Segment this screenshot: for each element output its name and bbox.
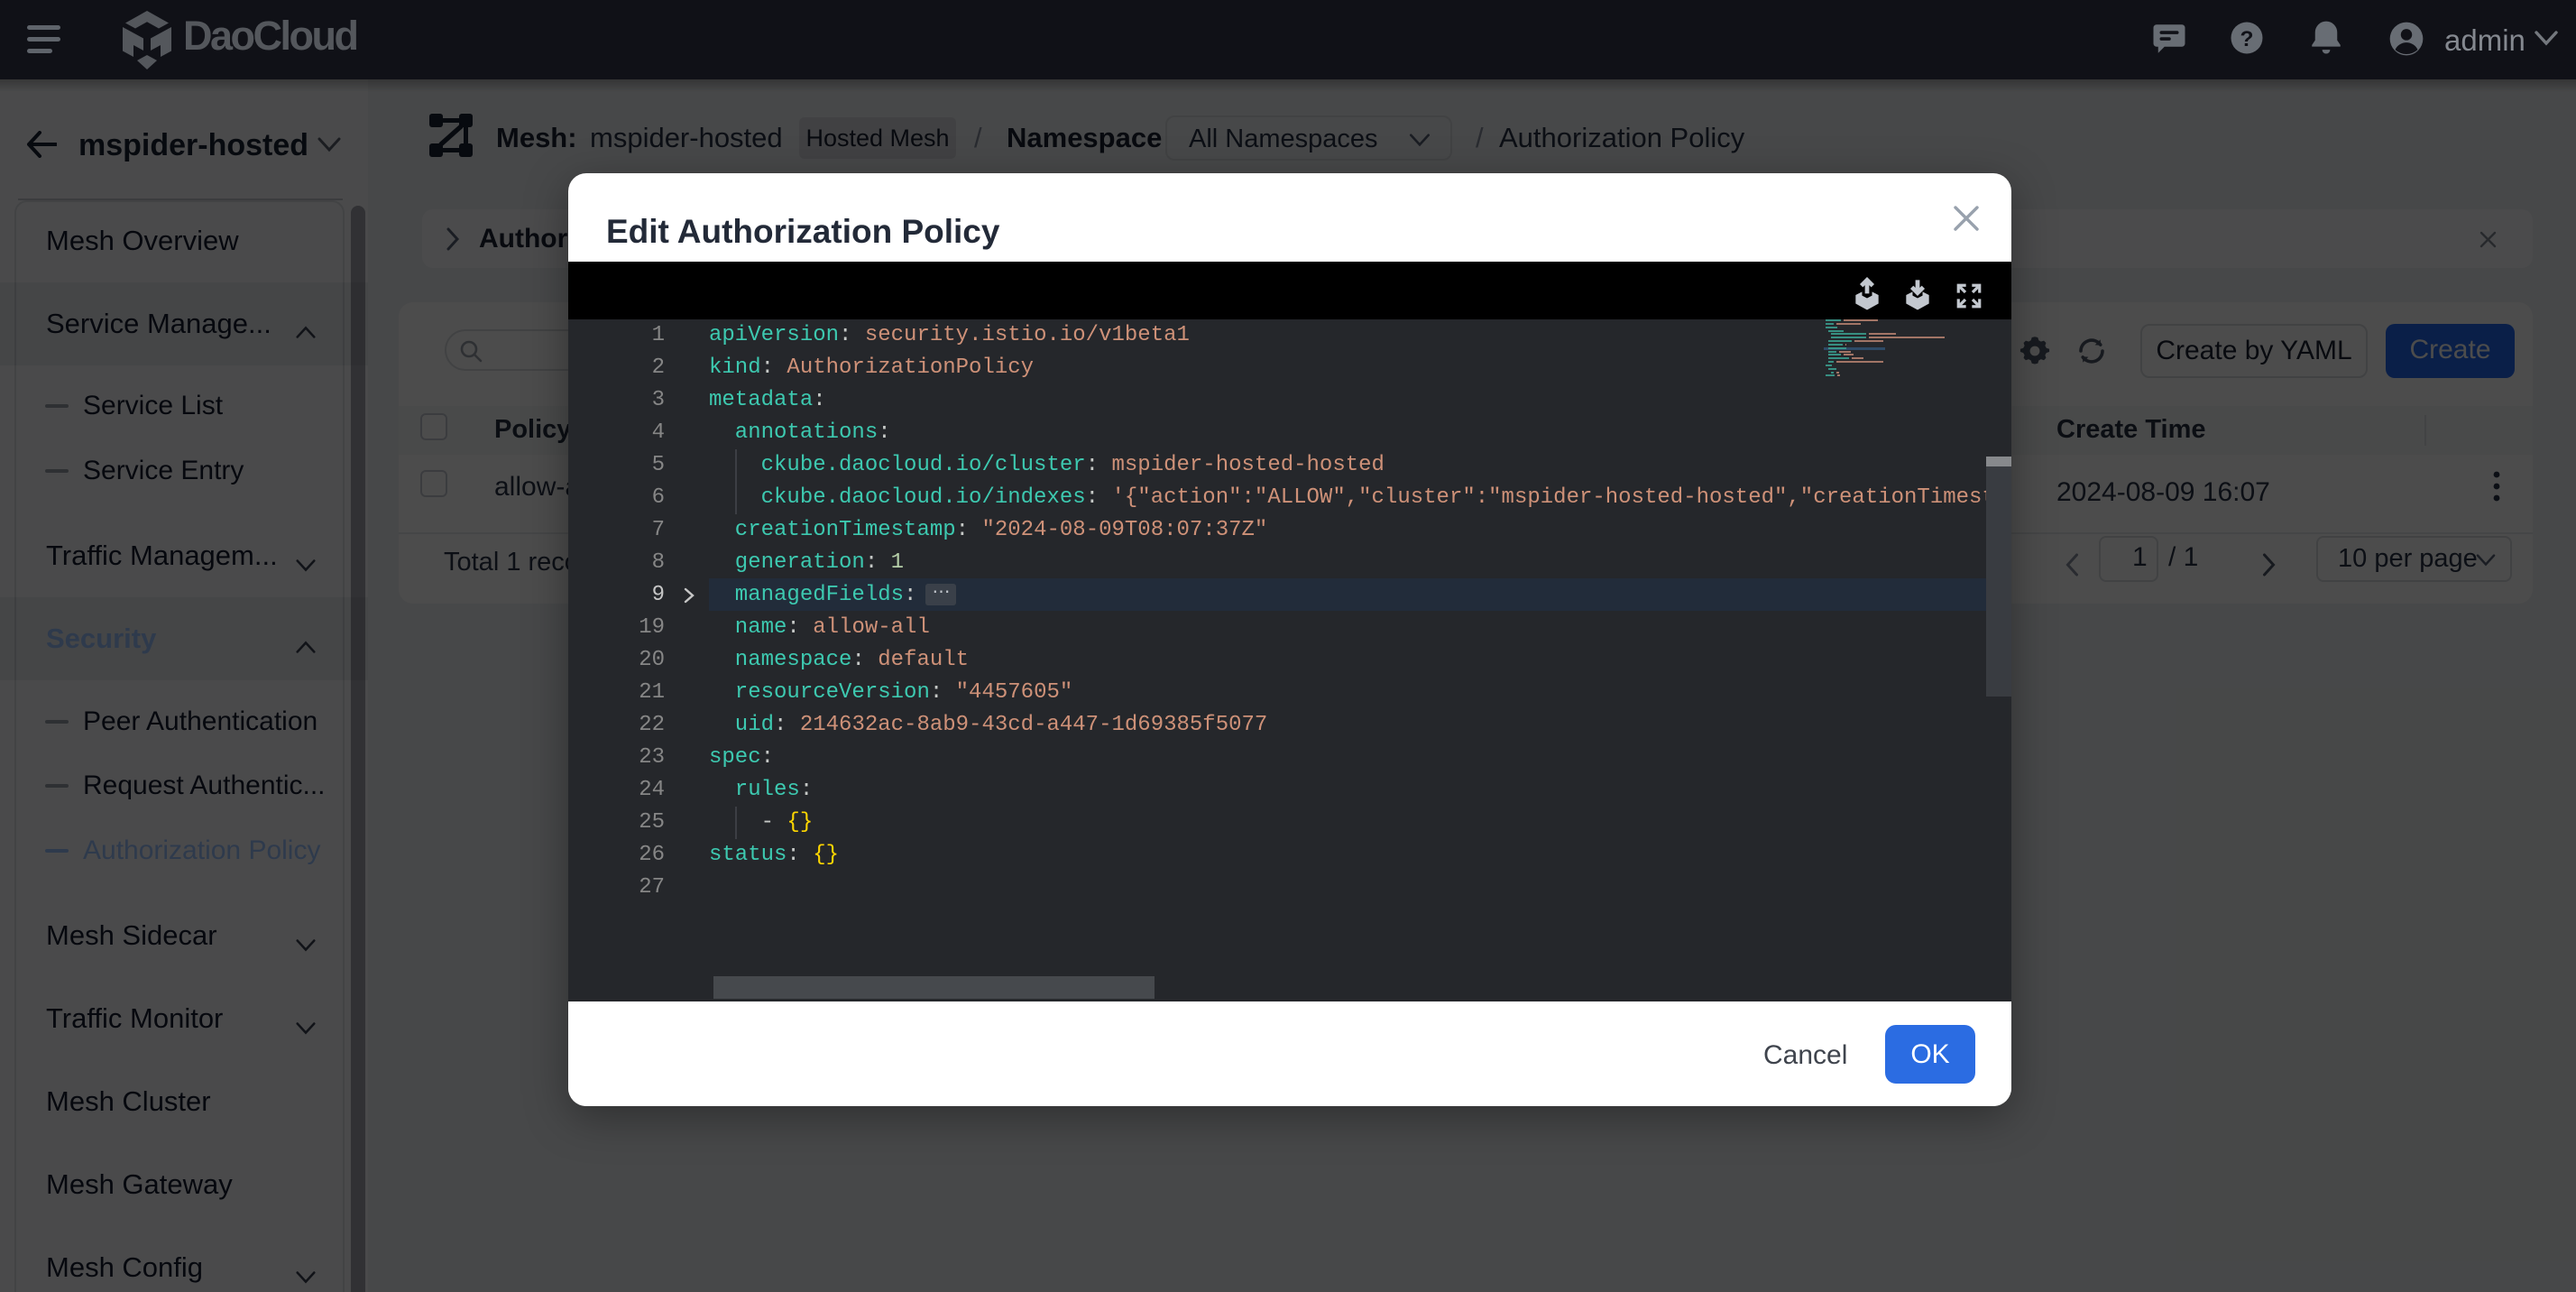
svg-text:?: ? — [2240, 27, 2254, 51]
